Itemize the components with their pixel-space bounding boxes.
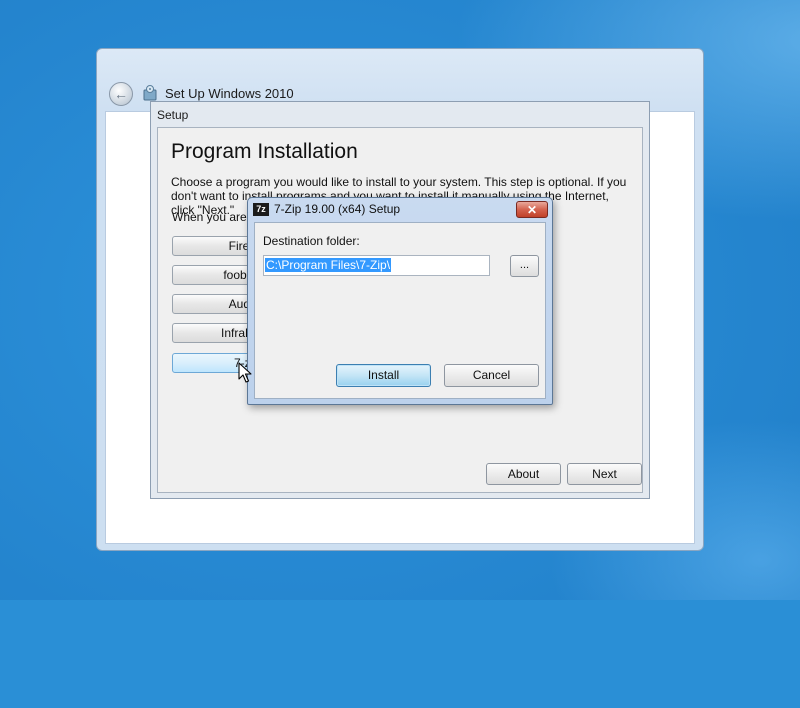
dialog-title: 7-Zip 19.00 (x64) Setup bbox=[274, 202, 401, 216]
page-heading: Program Installation bbox=[171, 140, 358, 163]
7zip-logo-icon: 7z bbox=[253, 203, 269, 216]
cancel-button[interactable]: Cancel bbox=[444, 364, 539, 387]
close-icon: ✕ bbox=[526, 203, 538, 217]
dialog-client-area: Destination folder: C:\Program Files\7-Z… bbox=[254, 222, 546, 399]
browse-button[interactable]: ... bbox=[510, 255, 539, 277]
next-button[interactable]: Next bbox=[567, 463, 642, 485]
prompt-text: When you are d bbox=[172, 210, 257, 224]
setup-window-title: Setup bbox=[157, 108, 189, 122]
mouse-pointer-icon bbox=[238, 362, 252, 383]
destination-folder-input[interactable]: C:\Program Files\7-Zip\ bbox=[263, 255, 490, 276]
back-arrow-icon: ← bbox=[114, 86, 128, 102]
install-button[interactable]: Install bbox=[336, 364, 431, 387]
back-button[interactable]: ← bbox=[109, 82, 133, 106]
close-button[interactable]: ✕ bbox=[516, 201, 548, 218]
setup-disc-icon bbox=[143, 85, 157, 101]
wizard-title: Set Up Windows 2010 bbox=[165, 86, 294, 101]
destination-folder-label: Destination folder: bbox=[263, 234, 360, 248]
about-button[interactable]: About bbox=[486, 463, 561, 485]
7zip-setup-dialog: 7z 7-Zip 19.00 (x64) Setup ✕ Destination… bbox=[247, 197, 553, 405]
destination-folder-value: C:\Program Files\7-Zip\ bbox=[265, 258, 392, 272]
